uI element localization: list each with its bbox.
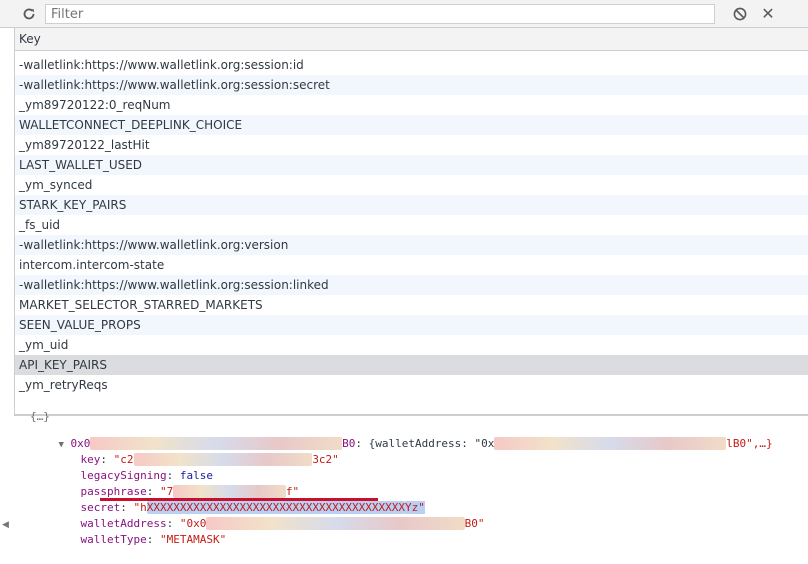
left-gutter	[0, 28, 14, 536]
table-row[interactable]: LAST_WALLET_USED	[15, 155, 808, 175]
table-row[interactable]: intercom.intercom-state	[15, 255, 808, 275]
table-row[interactable]: WALLETCONNECT_DEEPLINK_CHOICE	[15, 115, 808, 135]
property-wallet-address: walletAddress: "0x0XXXXXXXXXXXXXXXXXXXXX…	[80, 517, 485, 530]
table-row[interactable]: _ym_retryReqs	[15, 375, 808, 395]
property-legacy-signing: legacySigning: false	[80, 469, 213, 482]
refresh-icon[interactable]	[19, 4, 39, 24]
table-row[interactable]: _ym89720122_lastHit	[15, 135, 808, 155]
table-row[interactable]: -walletlink:https://www.walletlink.org:s…	[15, 75, 808, 95]
value-preview-pane: {…} ▼ 0x0XXXXXXXXXXXXXXXXXXXXXXXXXXXXXXX…	[14, 410, 808, 546]
column-header-key[interactable]: Key	[15, 28, 808, 51]
object-summary-line[interactable]: ▼ 0x0XXXXXXXXXXXXXXXXXXXXXXXXXXXXXXXXXXX…	[32, 420, 773, 450]
filter-input[interactable]	[45, 4, 715, 24]
clear-all-icon[interactable]	[730, 4, 750, 24]
table-row[interactable]: _ym_synced	[15, 175, 808, 195]
property-key: key: "c2XXXXXXXXXXXXXXXXXXXXXXXXXXX3c2"	[80, 453, 339, 466]
property-wallet-type: walletType: "METAMASK"	[80, 533, 227, 546]
storage-toolbar: ✕	[0, 0, 808, 28]
table-row[interactable]: _fs_uid	[15, 215, 808, 235]
table-row[interactable]: STARK_KEY_PAIRS	[15, 195, 808, 215]
red-underline-annotation	[100, 498, 378, 501]
table-row[interactable]: MARKET_SELECTOR_STARRED_MARKETS	[15, 295, 808, 315]
close-icon[interactable]: ✕	[758, 4, 778, 24]
storage-key-grid: Key -walletlink:https://www.walletlink.o…	[14, 28, 808, 415]
table-row[interactable]: API_KEY_PAIRS	[15, 355, 808, 375]
scroll-left-icon[interactable]: ◀	[2, 520, 9, 530]
table-row[interactable]: -walletlink:https://www.walletlink.org:s…	[15, 55, 808, 75]
table-row[interactable]: SEEN_VALUE_PROPS	[15, 315, 808, 335]
table-row[interactable]: -walletlink:https://www.walletlink.org:s…	[15, 275, 808, 295]
table-row[interactable]: _ym_uid	[15, 335, 808, 355]
property-passphrase: passphrase: "7XXXXXXXXXXXXXXXXXf"	[80, 485, 300, 498]
key-rows: -walletlink:https://www.walletlink.org:s…	[15, 51, 808, 395]
table-row[interactable]: _ym89720122:0_reqNum	[15, 95, 808, 115]
table-row[interactable]: -walletlink:https://www.walletlink.org:v…	[15, 235, 808, 255]
